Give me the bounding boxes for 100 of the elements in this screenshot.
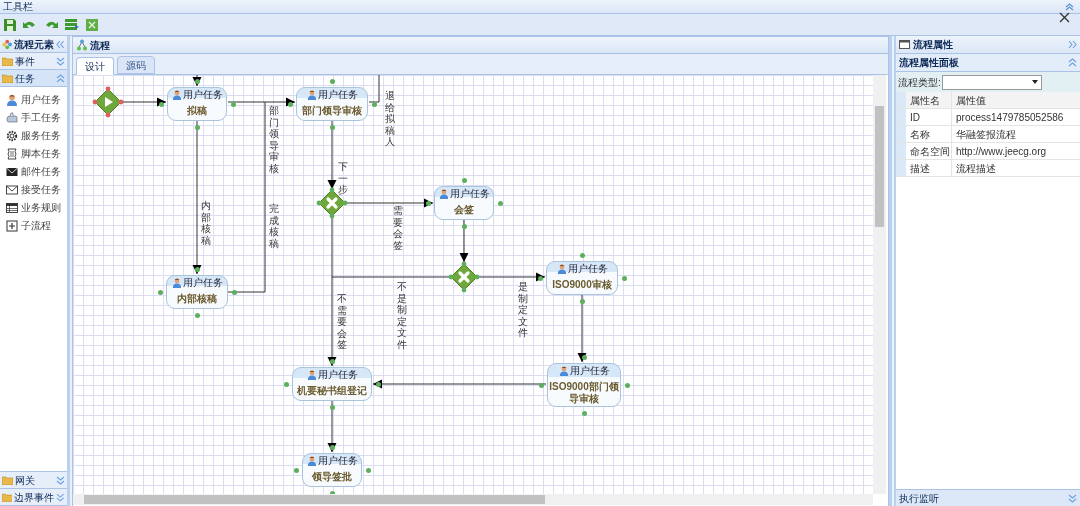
task-type-label: 用户任务 <box>317 456 358 466</box>
undo-icon[interactable] <box>23 19 37 30</box>
palette-item[interactable]: 脚本任务 <box>6 147 67 160</box>
tab[interactable]: 源码 <box>117 56 155 74</box>
flow-label: 不是制定文件 <box>397 281 407 350</box>
row-header <box>896 126 906 142</box>
section-header[interactable]: 事件 <box>0 53 67 70</box>
chevron-up-icon[interactable] <box>1068 58 1077 67</box>
task-type-label: 用户任务 <box>182 90 223 100</box>
task-node[interactable]: 用户任务 ISO9000部门领导审核 <box>547 363 621 407</box>
panel-subtitle: 流程属性面板 <box>899 56 960 70</box>
chevron-down-icon[interactable] <box>1068 493 1077 503</box>
task-node[interactable]: 用户任务 部门领导审核 <box>296 87 368 121</box>
palette-item[interactable]: 用户任务 <box>6 93 67 106</box>
table-cell: 描述 <box>906 160 952 176</box>
task-name: ISO9000部门领导审核 <box>548 381 620 405</box>
palette-item[interactable]: 接受任务 <box>6 183 67 196</box>
table-cell-text: http://www.jeecg.org <box>955 144 1048 159</box>
column-header: 属性名 <box>906 92 952 108</box>
chevron-up-icon <box>56 73 65 83</box>
flow-label: 不需要会签 <box>337 293 347 351</box>
toolbar-title: 工具栏 <box>3 1 33 12</box>
palette-item[interactable]: 服务任务 <box>6 129 67 142</box>
gear-icon <box>6 129 18 142</box>
anchor-point[interactable] <box>581 354 587 360</box>
dropdown-icon <box>1031 80 1038 84</box>
gateway[interactable] <box>448 261 480 293</box>
flow-label: 完成核稿 <box>269 203 279 249</box>
row-header <box>896 109 906 125</box>
column-header: 属性值 <box>952 92 1080 108</box>
flower-icon <box>2 38 13 50</box>
collapse-icon[interactable] <box>1065 2 1074 11</box>
task-node[interactable]: 用户任务 领导签批 <box>302 453 362 487</box>
anchor-point[interactable] <box>375 381 381 387</box>
task-name: ISO9000审核 <box>551 279 613 291</box>
table-cell: 命名空间 <box>906 143 952 159</box>
start-event[interactable] <box>92 86 124 118</box>
task-node[interactable]: 用户任务 机要秘书组登记 <box>292 367 372 401</box>
palette-item[interactable]: 邮件任务 <box>6 165 67 178</box>
person-icon <box>306 90 317 100</box>
anchor-point[interactable] <box>329 444 335 450</box>
close-icon[interactable] <box>1059 12 1070 23</box>
task-name: 会签 <box>453 204 475 216</box>
person-icon <box>171 90 182 100</box>
task-name: 机要秘书组登记 <box>296 385 368 397</box>
redo-icon[interactable] <box>44 19 58 30</box>
task-node[interactable]: 用户任务 ISO9000审核 <box>546 261 618 295</box>
palette-item[interactable]: 子流程 <box>6 219 67 232</box>
anchor-point[interactable] <box>287 101 293 107</box>
flow-label: 部门领导审核 <box>269 105 279 174</box>
expand-icon[interactable] <box>1068 40 1077 49</box>
chevron-down-icon <box>56 475 65 485</box>
process-type-dropdown[interactable] <box>941 74 1042 90</box>
task-type-label: 用户任务 <box>569 366 610 376</box>
anchor-point[interactable] <box>425 200 431 206</box>
flow-icon <box>77 39 87 51</box>
anchor-point[interactable] <box>158 101 164 107</box>
task-node[interactable]: 用户任务 拟稿 <box>167 87 227 121</box>
person-icon <box>6 93 18 106</box>
anchor-point[interactable] <box>537 275 543 281</box>
horizontal-scrollbar[interactable] <box>73 494 873 505</box>
plus-box-icon <box>6 219 18 232</box>
person-icon <box>306 456 317 466</box>
section-header[interactable]: 任务 <box>0 70 67 87</box>
table-cell-text: process1479785052586 <box>955 110 1065 125</box>
envelope-icon <box>6 165 18 178</box>
chevron-down-icon <box>56 492 65 502</box>
flow-label: 是制定文件 <box>518 281 528 339</box>
task-node[interactable]: 用户任务 会签 <box>434 186 494 220</box>
flow-label: 退给拟稿人 <box>385 90 395 148</box>
anchor-point[interactable] <box>194 78 200 84</box>
panel-title: 流程属性 <box>913 38 954 52</box>
person-icon <box>438 189 449 199</box>
task-node[interactable]: 用户任务 内部核稿 <box>166 275 228 309</box>
window-icon <box>899 40 910 49</box>
collapse-icon[interactable] <box>56 39 65 49</box>
connector <box>327 120 337 190</box>
task-type-label: 用户任务 <box>182 278 223 288</box>
list-icon[interactable] <box>65 19 79 30</box>
anchor-point[interactable] <box>329 358 335 364</box>
tab[interactable]: 设计 <box>76 57 114 75</box>
flow-label: 需要会签 <box>393 205 403 251</box>
section-header[interactable]: 网关 <box>0 472 67 489</box>
person-icon <box>306 370 317 380</box>
anchor-point[interactable] <box>194 266 200 272</box>
table-cell-text: 流程描述 <box>955 161 997 176</box>
palette-item[interactable]: 手工任务 <box>6 111 67 124</box>
palette-item[interactable]: 业务规则 <box>6 201 67 214</box>
task-name: 部门领导审核 <box>301 105 363 117</box>
task-type-label: 用户任务 <box>317 90 358 100</box>
table-icon <box>6 201 18 214</box>
flow-label: 内部核稿 <box>201 200 211 246</box>
folder-icon <box>2 56 13 66</box>
table-cell: 名称 <box>906 126 952 142</box>
scroll-icon <box>6 147 18 160</box>
person-icon <box>171 278 182 288</box>
connector <box>368 75 380 103</box>
section-header[interactable]: 边界事件 <box>0 489 67 506</box>
save-icon[interactable] <box>4 18 16 31</box>
vertical-scrollbar[interactable] <box>873 75 886 494</box>
